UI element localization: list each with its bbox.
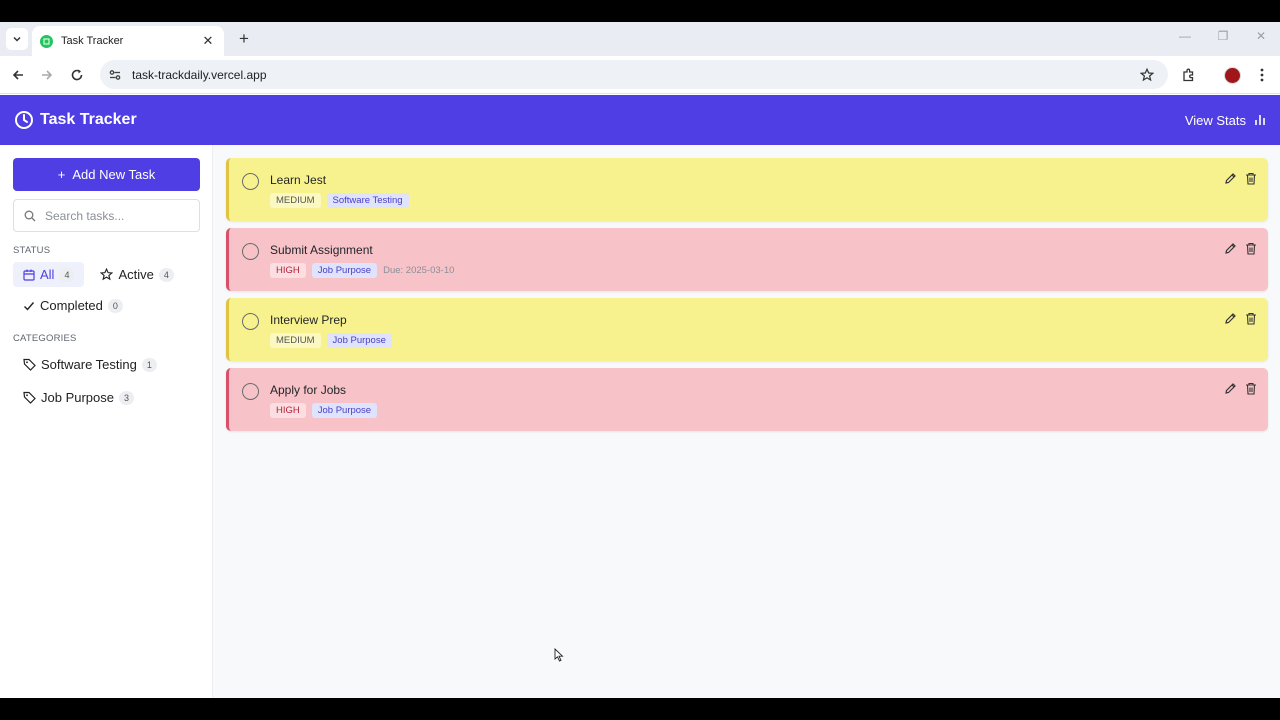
view-stats-button[interactable]: View Stats bbox=[1185, 113, 1266, 128]
task-title: Apply for Jobs bbox=[270, 383, 347, 397]
browser-tab[interactable]: Task Tracker ✕ bbox=[32, 26, 224, 56]
due-date: Due: 2025-03-10 bbox=[383, 265, 455, 276]
url-text: task-trackdaily.vercel.app bbox=[132, 67, 267, 82]
close-window-icon[interactable]: ✕ bbox=[1251, 29, 1271, 43]
bookmark-star-icon[interactable] bbox=[1138, 66, 1156, 84]
filter-active-count: 4 bbox=[158, 267, 174, 282]
new-tab-button[interactable]: + bbox=[234, 28, 254, 50]
task-card[interactable]: Learn Jest MEDIUM Software Testing bbox=[226, 158, 1268, 221]
tag-icon bbox=[23, 358, 36, 371]
favicon-icon bbox=[40, 34, 53, 48]
more-menu-icon[interactable] bbox=[1252, 65, 1272, 85]
search-icon bbox=[24, 210, 36, 221]
category-badge: Job Purpose bbox=[311, 403, 378, 418]
add-new-task-label: Add New Task bbox=[72, 167, 156, 182]
complete-checkbox[interactable] bbox=[242, 243, 259, 260]
task-title: Interview Prep bbox=[270, 313, 347, 327]
delete-trash-icon[interactable] bbox=[1244, 381, 1258, 395]
complete-checkbox[interactable] bbox=[242, 383, 259, 400]
delete-trash-icon[interactable] bbox=[1244, 171, 1258, 185]
add-new-task-button[interactable]: + Add New Task bbox=[13, 158, 200, 191]
site-info-icon[interactable] bbox=[108, 68, 122, 82]
task-card[interactable]: Submit Assignment HIGH Job Purpose Due: … bbox=[226, 228, 1268, 291]
search-box[interactable] bbox=[13, 199, 200, 232]
filter-completed-count: 0 bbox=[107, 298, 123, 313]
filter-active[interactable]: Active 4 bbox=[90, 262, 183, 287]
priority-badge: MEDIUM bbox=[270, 193, 321, 208]
category-count: 1 bbox=[141, 357, 157, 372]
tab-bar: Task Tracker ✕ + — ❐ ✕ bbox=[0, 22, 1280, 56]
category-badge: Job Purpose bbox=[311, 263, 378, 278]
edit-pencil-icon[interactable] bbox=[1223, 311, 1237, 325]
checkmark-icon bbox=[24, 301, 35, 311]
filter-active-label: Active bbox=[118, 267, 154, 282]
filter-all-label: All bbox=[40, 267, 55, 282]
category-software-testing[interactable]: Software Testing 1 bbox=[13, 352, 199, 377]
category-label: Software Testing bbox=[41, 357, 137, 372]
forward-icon[interactable] bbox=[37, 65, 57, 85]
task-card[interactable]: Apply for Jobs HIGH Job Purpose bbox=[226, 368, 1268, 431]
profile-avatar[interactable] bbox=[1222, 65, 1242, 85]
browser-window: Task Tracker ✕ + — ❐ ✕ task-trackdaily.v… bbox=[0, 22, 1280, 698]
app-title: Task Tracker bbox=[40, 111, 137, 128]
filter-completed-label: Completed bbox=[40, 298, 103, 313]
close-tab-icon[interactable]: ✕ bbox=[200, 33, 216, 49]
complete-checkbox[interactable] bbox=[242, 173, 259, 190]
view-stats-label: View Stats bbox=[1184, 112, 1246, 128]
priority-badge: MEDIUM bbox=[270, 333, 321, 348]
minimize-icon[interactable]: — bbox=[1175, 29, 1195, 43]
task-title: Submit Assignment bbox=[270, 243, 373, 257]
filter-all[interactable]: All 4 bbox=[13, 262, 85, 287]
category-badge: Job Purpose bbox=[326, 333, 392, 348]
task-list: Learn Jest MEDIUM Software Testing Submi… bbox=[213, 145, 1280, 698]
task-title: Learn Jest bbox=[270, 173, 327, 187]
omnibox[interactable]: task-trackdaily.vercel.app bbox=[100, 60, 1168, 89]
calendar-icon bbox=[23, 269, 35, 281]
edit-pencil-icon[interactable] bbox=[1223, 381, 1237, 395]
star-icon bbox=[100, 268, 114, 281]
tab-search-button[interactable] bbox=[6, 28, 28, 50]
plus-icon: + bbox=[57, 167, 66, 182]
app-header: Task Tracker View Stats bbox=[0, 95, 1280, 145]
edit-pencil-icon[interactable] bbox=[1223, 171, 1237, 185]
reload-icon[interactable] bbox=[67, 65, 87, 85]
mouse-cursor-icon bbox=[554, 648, 564, 662]
task-card[interactable]: Interview Prep MEDIUM Job Purpose bbox=[226, 298, 1268, 361]
filter-all-count: 4 bbox=[59, 267, 75, 282]
sidebar: + Add New Task STATUS All 4 Active 4 Com… bbox=[0, 145, 213, 698]
category-badge: Software Testing bbox=[326, 193, 409, 208]
edit-pencil-icon[interactable] bbox=[1223, 241, 1237, 255]
filter-completed[interactable]: Completed 0 bbox=[13, 293, 133, 318]
bar-chart-icon bbox=[1255, 115, 1265, 125]
chevron-down-icon bbox=[13, 36, 21, 42]
categories-section-label: CATEGORIES bbox=[13, 333, 77, 344]
status-section-label: STATUS bbox=[13, 245, 51, 256]
back-icon[interactable] bbox=[8, 65, 28, 85]
address-bar-row: task-trackdaily.vercel.app bbox=[0, 56, 1280, 94]
tag-icon bbox=[23, 391, 36, 404]
complete-checkbox[interactable] bbox=[242, 313, 259, 330]
search-input[interactable] bbox=[45, 208, 185, 223]
restore-icon[interactable]: ❐ bbox=[1213, 29, 1233, 43]
extensions-icon[interactable] bbox=[1178, 65, 1198, 85]
category-count: 3 bbox=[119, 390, 134, 405]
priority-badge: HIGH bbox=[270, 403, 306, 418]
delete-trash-icon[interactable] bbox=[1244, 311, 1258, 325]
tab-title: Task Tracker bbox=[61, 35, 124, 47]
clock-icon bbox=[14, 110, 34, 130]
priority-badge: HIGH bbox=[270, 263, 306, 278]
category-job-purpose[interactable]: Job Purpose 3 bbox=[13, 385, 199, 410]
delete-trash-icon[interactable] bbox=[1244, 241, 1258, 255]
category-label: Job Purpose bbox=[41, 390, 114, 405]
